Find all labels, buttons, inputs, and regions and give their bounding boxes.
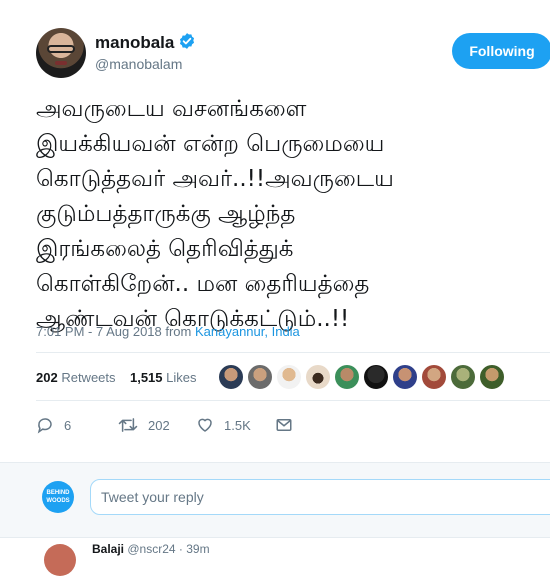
likes-stat[interactable]: 1,515 Likes (130, 370, 197, 385)
reply-author-line: Balaji @nscr24 · 39m (92, 542, 210, 556)
divider (36, 400, 550, 401)
logo-text-bottom: WOODS (46, 498, 70, 504)
logo-text-top: BEHIND (46, 490, 70, 496)
reply-count: 6 (64, 417, 72, 433)
avatar-mouth (55, 61, 67, 65)
tweet-header: manobala @manobalam Following (0, 0, 550, 90)
liker-avatar[interactable] (334, 364, 360, 390)
liker-avatar[interactable] (218, 364, 244, 390)
retweet-count: 202 (148, 417, 170, 433)
retweets-label: Retweets (61, 370, 116, 385)
tweet-text-line: கொடுத்தவர் அவர்..!!அவருடைய (36, 166, 394, 192)
verified-badge-icon (179, 33, 195, 49)
like-button[interactable]: 1.5K (196, 414, 251, 436)
tweet-text: அவருடைய வசனங்களை இயக்கியவன் என்ற பெருமைய… (36, 92, 536, 337)
liker-avatar[interactable] (421, 364, 447, 390)
retweet-button[interactable]: 202 (118, 414, 170, 436)
liker-avatar[interactable] (305, 364, 331, 390)
retweet-icon (118, 418, 138, 432)
tweet-text-line: அவருடைய வசனங்களை (36, 96, 307, 122)
reply-author-avatar[interactable] (44, 544, 76, 576)
reply-icon (37, 418, 52, 434)
liker-avatar[interactable] (450, 364, 476, 390)
tweet-location-link[interactable]: Kanayannur, India (195, 324, 300, 339)
user-handle[interactable]: @manobalam (95, 56, 182, 72)
reply-author-name[interactable]: Balaji (92, 542, 124, 556)
reply-author-handle: @nscr24 · 39m (127, 542, 210, 556)
next-reply-item[interactable]: Balaji @nscr24 · 39m (0, 537, 550, 576)
tweet-text-line: இரங்கலைத் தெரிவித்துக் (36, 236, 294, 262)
liker-avatar[interactable] (392, 364, 418, 390)
tweet-metadata: 7:01 PM - 7 Aug 2018 from Kanayannur, In… (36, 324, 300, 339)
liker-avatar[interactable] (276, 364, 302, 390)
direct-message-button[interactable] (275, 414, 293, 436)
liker-avatar[interactable] (479, 364, 505, 390)
reply-button[interactable]: 6 (36, 414, 71, 436)
likes-count: 1,515 (129, 370, 163, 385)
like-count: 1.5K (224, 417, 251, 433)
avatar-glasses (47, 45, 75, 53)
tweet-timestamp[interactable]: 7:01 PM - 7 Aug 2018 from (36, 324, 195, 339)
retweets-count: 202 (36, 370, 58, 385)
liker-avatar[interactable] (363, 364, 389, 390)
following-button[interactable]: Following (452, 33, 550, 69)
liker-avatar[interactable] (247, 364, 273, 390)
divider (36, 352, 550, 353)
heart-icon (198, 418, 212, 432)
tweet-reply-input[interactable] (90, 479, 550, 515)
tweet-stats: 202 Retweets 1,515 Likes (36, 370, 197, 385)
envelope-icon (276, 419, 292, 431)
tweet-text-line: குடும்பத்தாருக்கு ஆழ்ந்த (36, 201, 296, 227)
tweet-text-line: கொள்கிறேன்.. மன தைரியத்தை (36, 271, 370, 297)
likes-label: Likes (166, 370, 197, 385)
behindwoods-logo: BEHIND WOODS (42, 481, 74, 513)
retweets-stat[interactable]: 202 Retweets (36, 370, 116, 385)
tweet-text-line: இயக்கியவன் என்ற பெருமையை (36, 131, 385, 157)
user-name[interactable]: manobala (95, 33, 174, 53)
user-avatar[interactable] (36, 28, 86, 78)
